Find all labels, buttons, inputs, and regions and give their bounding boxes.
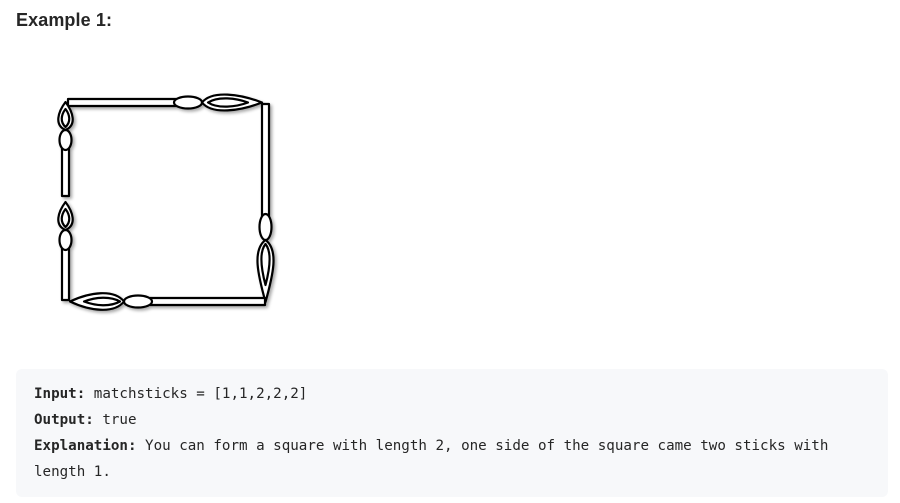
matchstick-square-illustration [40, 80, 300, 325]
output-label: Output: [34, 412, 94, 428]
matchstick-bottom [68, 292, 267, 311]
matchstick-right [256, 102, 275, 304]
example-box: Input: matchsticks = [1,1,2,2,2] Output:… [16, 369, 888, 497]
example-heading: Example 1: [16, 10, 113, 30]
output-line: Output: true [34, 407, 870, 433]
explanation-label: Explanation: [34, 438, 137, 454]
output-value: true [93, 412, 137, 428]
explanation-line: Explanation: You can form a square with … [34, 433, 870, 485]
input-label: Input: [34, 386, 86, 402]
input-line: Input: matchsticks = [1,1,2,2,2] [34, 381, 870, 407]
matchstick-left-lower [57, 200, 74, 302]
matchstick-square-icon [57, 93, 275, 311]
input-value: matchsticks = [1,1,2,2,2] [85, 386, 308, 402]
matchstick-top [66, 93, 264, 112]
explanation-value: You can form a square with length 2, one… [34, 438, 837, 480]
matchstick-left-upper [57, 100, 74, 198]
